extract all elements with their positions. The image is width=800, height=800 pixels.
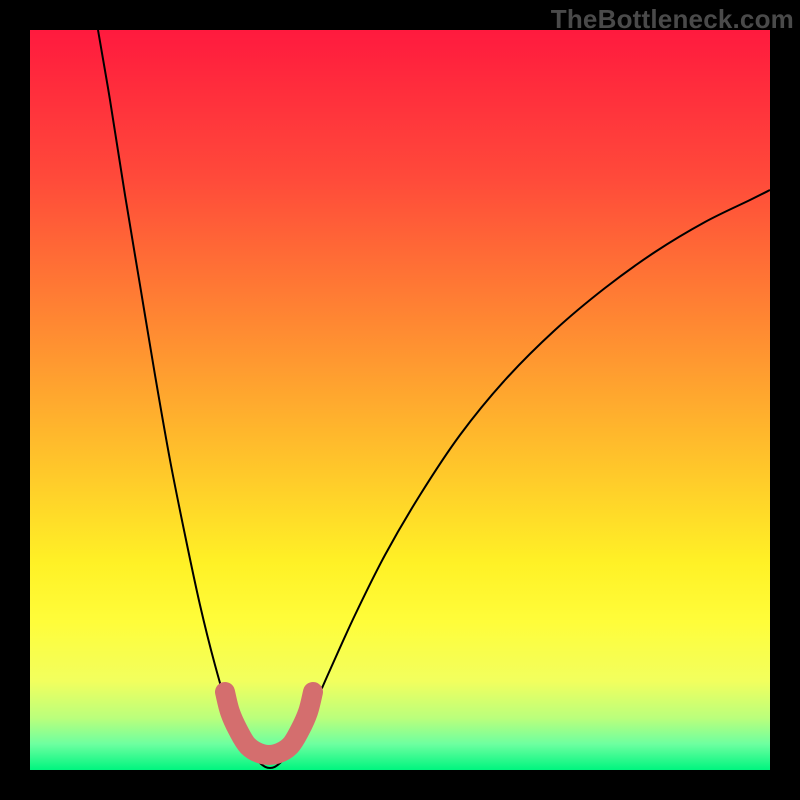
bottleneck-chart [30,30,770,770]
bottleneck-curve [98,30,770,768]
chart-frame [30,30,770,770]
minimum-marker [225,692,313,755]
